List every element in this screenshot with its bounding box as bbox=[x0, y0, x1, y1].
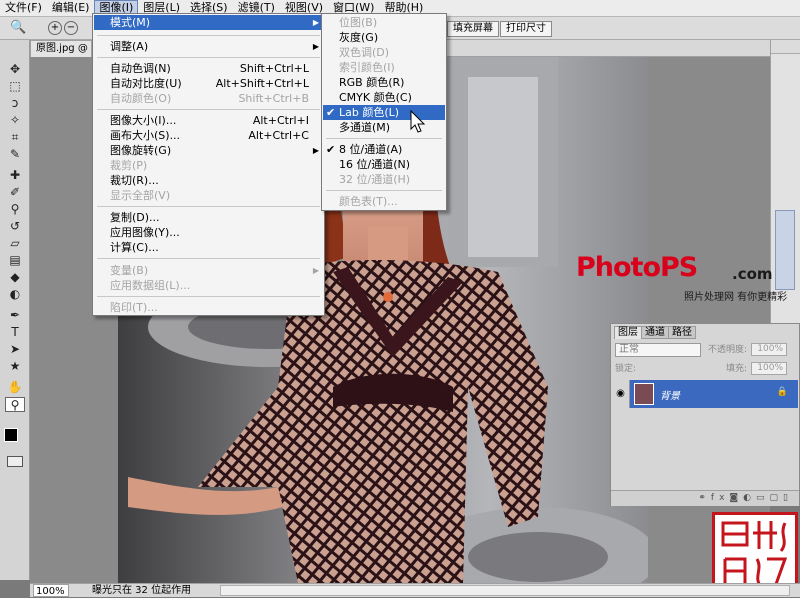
fill-screen-button[interactable]: 填充屏幕 bbox=[447, 21, 499, 37]
dodge-tool-icon[interactable]: ◐ bbox=[5, 287, 25, 302]
menu-item-lab-color[interactable]: ✔ Lab 颜色(L) bbox=[323, 105, 445, 120]
photops-logo: PhotoPS .com 照片处理网 有你更精彩 bbox=[576, 252, 800, 303]
menu-item-calculations[interactable]: 计算(C)... bbox=[94, 240, 323, 255]
new-group-icon[interactable]: ▭ bbox=[756, 493, 770, 503]
zoom-tool-icon[interactable]: 🔍 bbox=[10, 20, 26, 35]
healing-brush-tool-icon[interactable]: ✚ bbox=[5, 168, 25, 183]
history-brush-tool-icon[interactable]: ↺ bbox=[5, 219, 25, 234]
document-tab[interactable]: 原图.jpg @ 1 bbox=[30, 40, 92, 57]
mode-submenu: 位图(B) 灰度(G) 双色调(D) 索引颜色(I) RGB 颜色(R) CMY… bbox=[321, 13, 447, 211]
menu-item-duotone: 双色调(D) bbox=[339, 46, 390, 59]
magic-wand-tool-icon[interactable]: ✧ bbox=[5, 113, 25, 128]
eraser-tool-icon[interactable]: ▱ bbox=[5, 236, 25, 251]
link-layers-icon[interactable]: ⚭ bbox=[698, 493, 711, 503]
layer-name: 背景 bbox=[660, 391, 680, 402]
scroll-up-arrow-icon[interactable] bbox=[771, 40, 800, 54]
blur-tool-icon[interactable]: ◆ bbox=[5, 270, 25, 285]
lock-label: 锁定: bbox=[615, 364, 637, 374]
menu-item-image-size[interactable]: 图像大小(I)... Alt+Ctrl+I bbox=[94, 113, 323, 128]
eyedropper-tool-icon[interactable]: ✎ bbox=[5, 147, 25, 162]
menu-item-16-bit[interactable]: 16 位/通道(N) bbox=[323, 157, 445, 172]
hand-tool-icon[interactable]: ✋ bbox=[5, 380, 25, 395]
menu-item-auto-tone[interactable]: 自动色调(N) Shift+Ctrl+L bbox=[94, 61, 323, 76]
tab-channels[interactable]: 通道 bbox=[641, 326, 669, 339]
toolbox: ✥ ⬚ ↄ ✧ ⌗ ✎ ✚ ✐ ⚲ ↺ ▱ ▤ ◆ ◐ ✒ T ➤ ★ ✋ ⚲ bbox=[0, 40, 30, 580]
menu-item-8-bit[interactable]: ✔ 8 位/通道(A) bbox=[323, 142, 445, 157]
new-layer-icon[interactable]: ▢ bbox=[770, 493, 784, 503]
menu-item-auto-contrast[interactable]: 自动对比度(U) Alt+Shift+Ctrl+L bbox=[94, 76, 323, 91]
shape-tool-icon[interactable]: ★ bbox=[5, 359, 25, 374]
menu-item-adjustments[interactable]: 调整(A) ▶ bbox=[94, 39, 323, 54]
fill-label: 填充: bbox=[726, 364, 748, 374]
menu-item-trim[interactable]: 裁切(R)... bbox=[94, 173, 323, 188]
menu-item-crop: 裁剪(P) bbox=[110, 159, 148, 172]
menu-item-auto-color: 自动颜色(O) Shift+Ctrl+B bbox=[110, 92, 309, 105]
logo-domain: .com bbox=[732, 265, 773, 283]
move-tool-icon[interactable]: ✥ bbox=[5, 62, 25, 77]
layer-thumbnail bbox=[634, 383, 654, 405]
fx-icon[interactable]: fx bbox=[711, 493, 730, 503]
lock-icon: 🔒 bbox=[776, 387, 788, 397]
zoom-tool-icon[interactable]: ⚲ bbox=[5, 397, 25, 412]
adjustment-layer-icon[interactable]: ◐ bbox=[743, 493, 756, 503]
menu-item-cmyk-color[interactable]: CMYK 颜色(C) bbox=[323, 90, 445, 105]
menu-item-variables: 变量(B) ▶ bbox=[110, 264, 319, 277]
add-mask-icon[interactable]: ◙ bbox=[729, 493, 743, 503]
zoom-out-icon[interactable]: − bbox=[64, 21, 78, 35]
foreground-color-swatch[interactable] bbox=[4, 428, 18, 442]
path-selection-tool-icon[interactable]: ➤ bbox=[5, 342, 25, 357]
checkmark-icon: ✔ bbox=[326, 143, 336, 156]
logo-slogan: 照片处理网 有你更精彩 bbox=[684, 292, 788, 303]
logo-brand: PhotoPS bbox=[576, 252, 698, 283]
delete-layer-icon[interactable]: ▯ bbox=[783, 493, 793, 503]
menu-item-color-table: 颜色表(T)... bbox=[339, 195, 398, 208]
menu-item-apply-data-set: 应用数据组(L)... bbox=[110, 279, 191, 292]
menu-item-mode[interactable]: 模式(M) ▶ bbox=[94, 15, 323, 30]
menu-item-bitmap: 位图(B) bbox=[339, 16, 378, 29]
gradient-tool-icon[interactable]: ▤ bbox=[5, 253, 25, 268]
tab-paths[interactable]: 路径 bbox=[668, 326, 696, 339]
zoom-level-field[interactable]: 100% bbox=[33, 584, 69, 597]
menu-file[interactable]: 文件(F) bbox=[0, 0, 47, 16]
layers-panel: 图层 通道 路径 正常 不透明度: 100% 锁定: 填充: 100% ◉ 背景… bbox=[610, 323, 800, 506]
menu-item-32-bit: 32 位/通道(H) bbox=[339, 173, 411, 186]
zoom-in-icon[interactable]: + bbox=[48, 21, 62, 35]
menu-edit[interactable]: 编辑(E) bbox=[47, 0, 95, 16]
menu-item-grayscale[interactable]: 灰度(G) bbox=[323, 30, 445, 45]
menu-item-canvas-size[interactable]: 画布大小(S)... Alt+Ctrl+C bbox=[94, 128, 323, 143]
pen-tool-icon[interactable]: ✒ bbox=[5, 308, 25, 323]
type-tool-icon[interactable]: T bbox=[5, 325, 25, 340]
menu-item-apply-image[interactable]: 应用图像(Y)... bbox=[94, 225, 323, 240]
crop-tool-icon[interactable]: ⌗ bbox=[5, 130, 25, 145]
checkmark-icon: ✔ bbox=[326, 106, 336, 119]
layer-row-background[interactable]: ◉ 背景 🔒 bbox=[612, 380, 798, 408]
layers-panel-footer: ⚭fx◙◐▭▢▯ bbox=[611, 490, 799, 506]
clone-stamp-tool-icon[interactable]: ⚲ bbox=[5, 202, 25, 217]
opacity-field[interactable]: 100% bbox=[751, 343, 787, 356]
menu-item-duplicate[interactable]: 复制(D)... bbox=[94, 210, 323, 225]
tab-layers[interactable]: 图层 bbox=[614, 326, 642, 339]
blend-mode-select[interactable]: 正常 bbox=[615, 343, 701, 357]
menu-item-trap: 陷印(T)... bbox=[110, 301, 158, 314]
visibility-eye-icon[interactable]: ◉ bbox=[612, 380, 630, 408]
print-size-button[interactable]: 打印尺寸 bbox=[500, 21, 552, 37]
quick-mask-icon[interactable] bbox=[7, 456, 23, 467]
menu-item-rgb-color[interactable]: RGB 颜色(R) bbox=[323, 75, 445, 90]
menu-item-reveal-all: 显示全部(V) bbox=[110, 189, 171, 202]
image-menu: 模式(M) ▶ 调整(A) ▶ 自动色调(N) Shift+Ctrl+L 自动对比度(… bbox=[92, 13, 325, 316]
menu-item-indexed-color: 索引颜色(I) bbox=[339, 61, 395, 74]
status-bar: 100% 曝光只在 32 位起作用 bbox=[30, 583, 800, 597]
opacity-label: 不透明度: bbox=[708, 345, 748, 355]
lasso-tool-icon[interactable]: ↄ bbox=[5, 96, 25, 111]
fill-field[interactable]: 100% bbox=[751, 362, 787, 375]
menu-item-image-rotation[interactable]: 图像旋转(G) ▶ bbox=[94, 143, 323, 158]
menu-item-multichannel[interactable]: 多通道(M) bbox=[323, 120, 445, 135]
horizontal-scrollbar[interactable] bbox=[220, 585, 790, 596]
seal-glyph bbox=[721, 521, 788, 588]
brush-tool-icon[interactable]: ✐ bbox=[5, 185, 25, 200]
status-text: 曝光只在 32 位起作用 bbox=[92, 585, 192, 596]
mouse-cursor-icon bbox=[410, 110, 426, 133]
marquee-tool-icon[interactable]: ⬚ bbox=[5, 79, 25, 94]
